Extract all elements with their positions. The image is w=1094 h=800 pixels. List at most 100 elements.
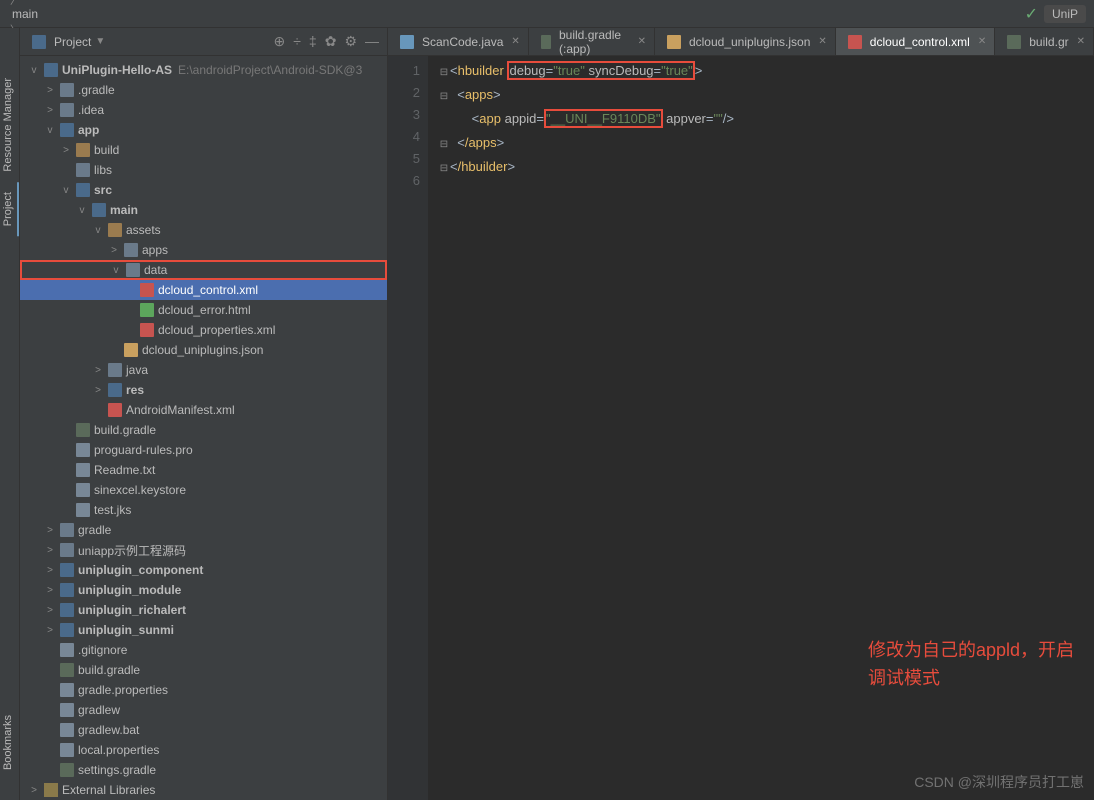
tree-item[interactable]: >uniplugin_component [20, 560, 387, 580]
expand-icon[interactable]: > [92, 365, 104, 376]
project-tree[interactable]: v UniPlugin-Hello-AS E:\androidProject\A… [20, 56, 387, 800]
tree-label: proguard-rules.pro [94, 443, 193, 457]
tree-item[interactable]: >uniplugin_richalert [20, 600, 387, 620]
code-content[interactable]: ⊟<hbuilder debug="true" syncDebug="true"… [428, 56, 1094, 800]
panel-action-icon[interactable]: ✿ [325, 33, 337, 50]
tree-item[interactable]: gradlew.bat [20, 720, 387, 740]
tree-item[interactable]: .gitignore [20, 640, 387, 660]
tree-item[interactable]: >gradle [20, 520, 387, 540]
tree-item[interactable]: dcloud_control.xml [20, 280, 387, 300]
tree-root[interactable]: v UniPlugin-Hello-AS E:\androidProject\A… [20, 60, 387, 80]
tree-item[interactable]: >res [20, 380, 387, 400]
file-type-icon [76, 163, 90, 177]
editor-tab[interactable]: build.gradle (:app)✕ [529, 28, 655, 55]
close-icon[interactable]: ✕ [511, 36, 519, 47]
expand-icon[interactable]: > [44, 585, 56, 596]
panel-action-icon[interactable]: ÷ [293, 33, 301, 50]
tree-item[interactable]: settings.gradle [20, 760, 387, 780]
tree-item[interactable]: dcloud_properties.xml [20, 320, 387, 340]
close-icon[interactable]: ✕ [818, 36, 826, 47]
breadcrumb-item[interactable]: main [8, 7, 137, 21]
tree-label: app [78, 123, 99, 137]
tree-label: dcloud_error.html [158, 303, 251, 317]
code-editor[interactable]: 123456 ⊟<hbuilder debug="true" syncDebug… [388, 56, 1094, 800]
tool-bookmarks[interactable]: Bookmarks [0, 705, 19, 780]
collapse-icon[interactable]: v [76, 205, 88, 216]
tree-item[interactable]: libs [20, 160, 387, 180]
tree-item[interactable]: >apps [20, 240, 387, 260]
dropdown-icon[interactable]: ▼ [95, 36, 105, 47]
expand-icon[interactable]: > [44, 105, 56, 116]
tool-resource-manager[interactable]: Resource Manager [0, 68, 19, 182]
expand-icon[interactable]: > [92, 385, 104, 396]
file-type-icon [76, 483, 90, 497]
tree-item[interactable]: build.gradle [20, 660, 387, 680]
tree-item[interactable]: v app [20, 120, 387, 140]
editor-tab[interactable]: ScanCode.java✕ [388, 28, 529, 55]
tree-label: uniapp示例工程源码 [78, 542, 186, 559]
expand-icon[interactable]: > [44, 625, 56, 636]
file-type-icon [76, 443, 90, 457]
file-type-icon [108, 403, 122, 417]
panel-action-icon[interactable]: — [365, 33, 379, 50]
close-icon[interactable]: ✕ [978, 36, 986, 47]
panel-action-icon[interactable]: ‡ [309, 33, 317, 50]
collapse-icon[interactable]: v [44, 125, 56, 136]
tree-item[interactable]: sinexcel.keystore [20, 480, 387, 500]
tree-item[interactable]: gradle.properties [20, 680, 387, 700]
expand-icon[interactable]: > [44, 605, 56, 616]
expand-icon[interactable]: > [44, 525, 56, 536]
tree-item[interactable]: >.gradle [20, 80, 387, 100]
line-number: 4 [388, 126, 420, 148]
panel-title-text[interactable]: Project [54, 35, 91, 49]
file-type-icon [108, 223, 122, 237]
tree-item[interactable]: dcloud_error.html [20, 300, 387, 320]
tree-item[interactable]: > uniapp示例工程源码 [20, 540, 387, 560]
tree-label: build [94, 143, 119, 157]
file-type-icon [60, 703, 74, 717]
tree-item[interactable]: gradlew [20, 700, 387, 720]
tree-item[interactable]: >uniplugin_module [20, 580, 387, 600]
tree-item[interactable]: vdata [20, 260, 387, 280]
expand-icon[interactable]: > [44, 545, 56, 556]
tree-item[interactable]: >java [20, 360, 387, 380]
tree-item[interactable]: proguard-rules.pro [20, 440, 387, 460]
editor-tab[interactable]: dcloud_uniplugins.json ✕ [655, 28, 836, 55]
tree-label: main [110, 203, 138, 217]
tree-item[interactable]: Readme.txt [20, 460, 387, 480]
tree-item[interactable]: v main [20, 200, 387, 220]
expand-icon[interactable]: v [28, 65, 40, 76]
tab-label: dcloud_uniplugins.json [689, 35, 810, 49]
tree-item[interactable]: >.idea [20, 100, 387, 120]
close-icon[interactable]: ✕ [638, 36, 646, 47]
panel-action-icon[interactable]: ⚙ [344, 33, 357, 50]
panel-action-icon[interactable]: ⊕ [273, 33, 285, 50]
expand-icon[interactable]: > [108, 245, 120, 256]
editor-tab[interactable]: dcloud_control.xml✕ [836, 28, 995, 55]
collapse-icon[interactable]: v [110, 265, 122, 276]
expand-icon[interactable]: > [60, 145, 72, 156]
tree-item[interactable]: local.properties [20, 740, 387, 760]
tree-item[interactable]: build.gradle [20, 420, 387, 440]
tree-item[interactable]: AndroidManifest.xml [20, 400, 387, 420]
tree-item[interactable]: vassets [20, 220, 387, 240]
tree-item[interactable]: test.jks [20, 500, 387, 520]
tree-item[interactable]: >uniplugin_sunmi [20, 620, 387, 640]
collapse-icon[interactable]: v [60, 185, 72, 196]
editor-tab[interactable]: build.gr✕ [995, 28, 1094, 55]
run-config[interactable]: UniP [1044, 5, 1086, 23]
external-libraries[interactable]: > External Libraries [20, 780, 387, 800]
tree-item[interactable]: dcloud_uniplugins.json [20, 340, 387, 360]
close-icon[interactable]: ✕ [1077, 36, 1085, 47]
module-icon [44, 63, 58, 77]
tree-item[interactable]: vsrc [20, 180, 387, 200]
tool-project[interactable]: Project [0, 182, 19, 236]
tree-label: gradlew [78, 703, 120, 717]
collapse-icon[interactable]: v [92, 225, 104, 236]
file-type-icon [60, 123, 74, 137]
file-type-icon [60, 623, 74, 637]
expand-icon[interactable]: > [44, 565, 56, 576]
build-status-icon[interactable]: ✓ [1025, 4, 1038, 24]
tree-item[interactable]: > build [20, 140, 387, 160]
expand-icon[interactable]: > [44, 85, 56, 96]
